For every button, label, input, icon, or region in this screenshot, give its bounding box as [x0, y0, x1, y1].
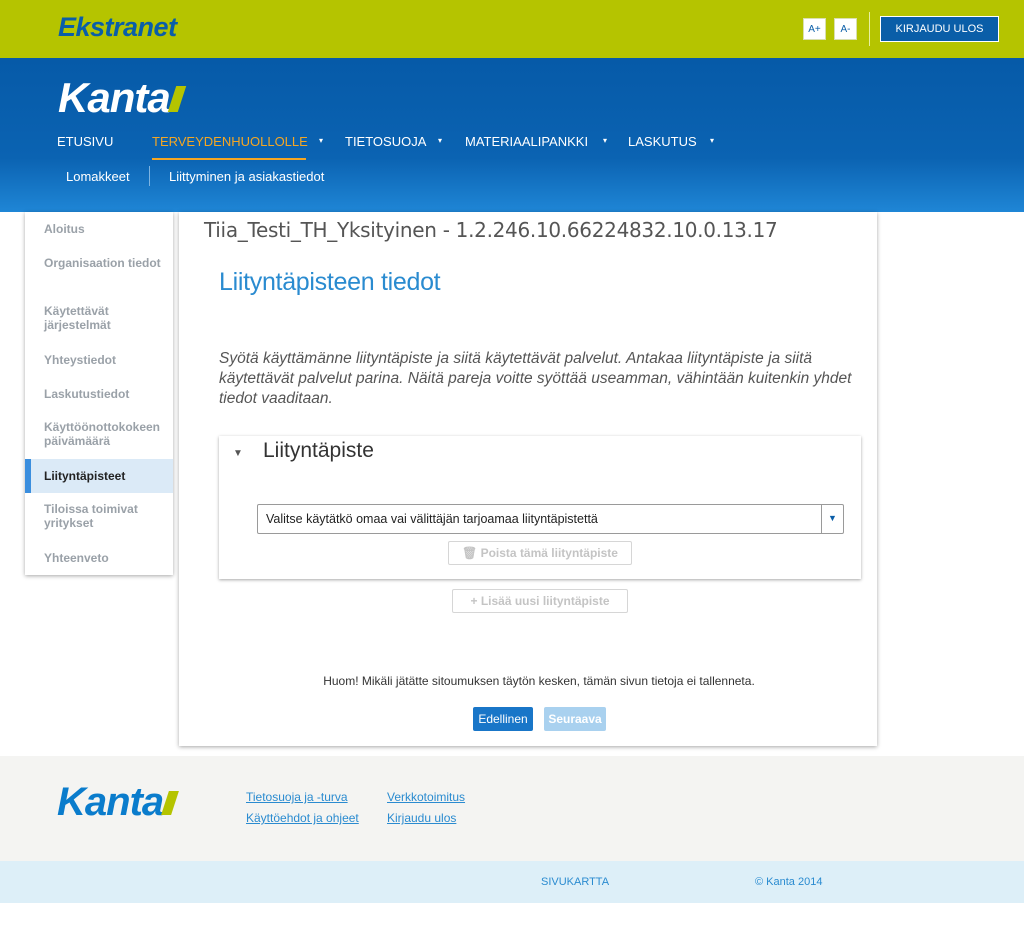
- panel-title[interactable]: Liityntäpiste: [263, 439, 374, 463]
- page-title: Liityntäpisteen tiedot: [219, 268, 441, 296]
- intro-text: Syötä käyttämänne liityntäpiste ja siitä…: [219, 350, 852, 407]
- nav-item-laskutus[interactable]: LASKUTUS: [628, 134, 697, 149]
- ekstranet-brand: Ekstranet: [58, 12, 177, 42]
- font-increase-button[interactable]: A+: [803, 18, 826, 40]
- footer-logo-mark: [161, 791, 180, 815]
- kanta-logo-text: Kanta: [58, 74, 171, 121]
- select-value: Valitse käytätkö omaa vai välittäjän tar…: [266, 512, 598, 526]
- plus-icon: +: [470, 594, 478, 608]
- nav-item-terveydenhuollolle[interactable]: TERVEYDENHUOLLOLLE: [152, 134, 308, 149]
- footer-link-kirjaudu-ulos[interactable]: Kirjaudu ulos: [387, 811, 456, 825]
- sidebar: Aloitus Organisaation tiedot Käytettävät…: [25, 212, 173, 575]
- chevron-down-icon[interactable]: ▾: [438, 136, 442, 145]
- sidebar-item-organisaation-tiedot[interactable]: Organisaation tiedot: [25, 256, 173, 286]
- sitemap-link[interactable]: SIVUKARTTA: [541, 876, 609, 888]
- kanta-logo[interactable]: Kanta: [58, 74, 186, 122]
- previous-button[interactable]: Edellinen: [473, 707, 533, 731]
- subnav-lomakkeet[interactable]: Lomakkeet: [66, 169, 130, 184]
- organization-title: Tiia_Testi_TH_Yksityinen - 1.2.246.10.66…: [204, 218, 778, 242]
- add-access-point-button[interactable]: + Lisää uusi liityntäpiste: [452, 589, 628, 613]
- footer-link-kayttoehdot[interactable]: Käyttöehdot ja ohjeet: [246, 811, 359, 825]
- next-button[interactable]: Seuraava: [544, 707, 606, 731]
- caret-down-icon[interactable]: ▼: [233, 448, 243, 459]
- subnav-divider: [149, 166, 150, 186]
- divider: [869, 12, 870, 46]
- add-button-label: Lisää uusi liityntäpiste: [480, 594, 610, 608]
- unsaved-warning: Huom! Mikäli jätätte sitoumuksen täytön …: [323, 674, 755, 688]
- remove-access-point-button[interactable]: 🗑 Poista tämä liityntäpiste: [448, 541, 632, 565]
- sidebar-item-yhteystiedot[interactable]: Yhteystiedot: [25, 353, 173, 368]
- subnav-liittyminen[interactable]: Liittyminen ja asiakastiedot: [169, 169, 324, 184]
- active-nav-indicator: [152, 158, 306, 160]
- trash-icon: 🗑: [462, 546, 478, 560]
- footer-link-verkkotoimitus[interactable]: Verkkotoimitus: [387, 790, 465, 804]
- sidebar-item-tiloissa-toimivat-yritykset[interactable]: Tiloissa toimivat yritykset: [25, 502, 173, 532]
- nav-item-etusivu[interactable]: ETUSIVU: [57, 134, 113, 149]
- main-content: Tiia_Testi_TH_Yksityinen - 1.2.246.10.66…: [179, 212, 877, 746]
- chevron-down-icon[interactable]: ▾: [319, 136, 323, 145]
- footer: Kanta Tietosuoja ja -turva Käyttöehdot j…: [0, 756, 1024, 861]
- nav-item-materiaalipankki[interactable]: MATERIAALIPANKKI: [465, 134, 588, 149]
- sidebar-item-laskutustiedot[interactable]: Laskutustiedot: [25, 387, 173, 402]
- font-decrease-button[interactable]: A-: [834, 18, 857, 40]
- top-bar: Ekstranet A+ A- KIRJAUDU ULOS: [0, 0, 1024, 58]
- footer-bottom-bar: [0, 861, 1024, 903]
- sidebar-item-aloitus[interactable]: Aloitus: [25, 222, 173, 237]
- sidebar-item-liityntapisteet[interactable]: Liityntäpisteet: [25, 459, 173, 493]
- footer-kanta-logo: Kanta: [57, 780, 180, 825]
- logout-button[interactable]: KIRJAUDU ULOS: [880, 16, 999, 42]
- chevron-down-icon[interactable]: ▾: [710, 136, 714, 145]
- sidebar-item-kayttoonottokokeen-paivamaara[interactable]: Käyttöönottokokeen päivämäärä: [25, 420, 173, 450]
- sidebar-item-kaytettavat-jarjestelmat[interactable]: Käytettävät järjestelmät: [25, 304, 173, 334]
- nav-item-tietosuoja[interactable]: TIETOSUOJA: [345, 134, 426, 149]
- remove-button-label: Poista tämä liityntäpiste: [480, 546, 618, 560]
- copyright-text: © Kanta 2014: [755, 876, 823, 888]
- footer-link-tietosuoja[interactable]: Tietosuoja ja -turva: [246, 790, 348, 804]
- sidebar-item-yhteenveto[interactable]: Yhteenveto: [25, 551, 173, 566]
- access-point-panel: ▼ Liityntäpiste Valitse käytätkö omaa va…: [219, 436, 861, 579]
- footer-logo-text: Kanta: [57, 780, 164, 824]
- chevron-down-icon[interactable]: ▾: [603, 136, 607, 145]
- caret-down-icon[interactable]: ▼: [821, 505, 843, 533]
- access-point-select[interactable]: Valitse käytätkö omaa vai välittäjän tar…: [257, 504, 844, 534]
